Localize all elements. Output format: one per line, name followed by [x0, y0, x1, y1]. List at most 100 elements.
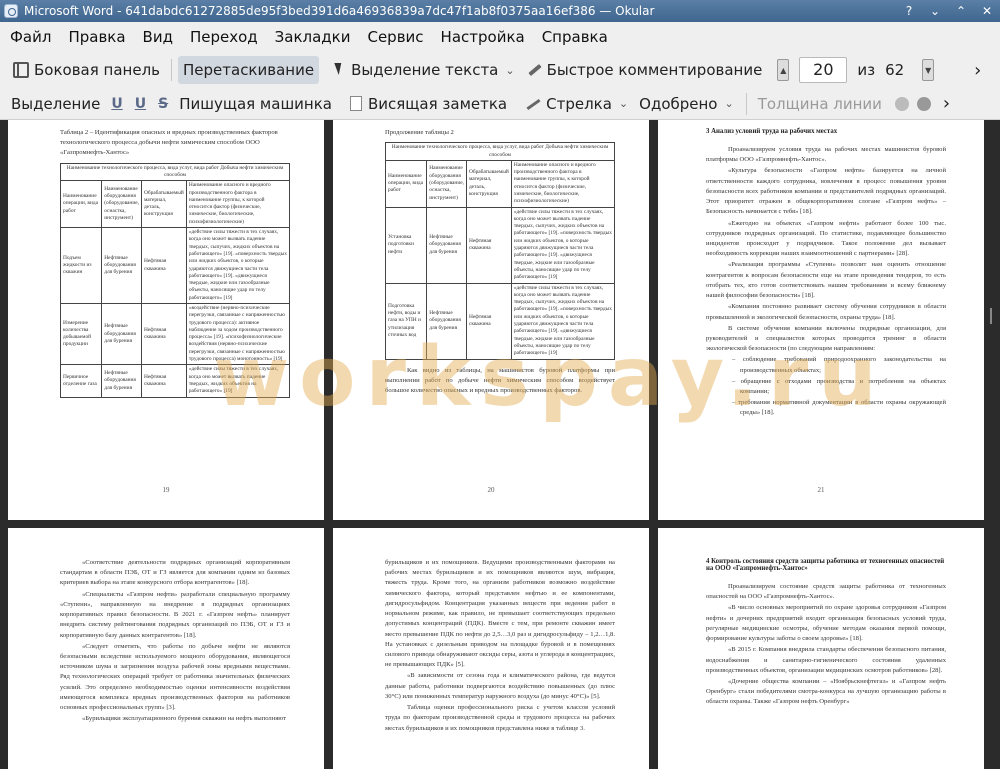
- page-number-input[interactable]: 20: [799, 57, 848, 83]
- table-cell: Первичное отделение газа: [59, 364, 103, 398]
- menu-view[interactable]: Вид: [143, 28, 173, 46]
- table-row: Измерение количества добываемой продукци…: [59, 302, 291, 366]
- text-selection-label: Выделение текста: [351, 61, 499, 79]
- paragraph-text: «Культура безопасности «Газпром нефти» б…: [706, 167, 946, 216]
- paragraph-text: «Соответствие деятельности подрядных орг…: [60, 559, 290, 587]
- paragraph-text: «Компания постоянно развивает систему об…: [706, 303, 946, 321]
- table-cell: Нефтяные оборудования для бурения: [101, 364, 142, 398]
- previous-page-icon[interactable]: ▲: [777, 59, 790, 81]
- paragraph-text: Проанализируем условия труда на рабочих …: [706, 146, 946, 164]
- table-cell: Подъем жидкости из скважин: [59, 227, 103, 304]
- help-icon[interactable]: ?: [896, 4, 922, 18]
- toolbar-overflow-icon[interactable]: ›: [943, 93, 950, 114]
- paragraph-text: «Реализация программы «Ступени» позволит…: [706, 261, 946, 300]
- next-page-icon[interactable]: ▼: [922, 59, 935, 81]
- maximize-icon[interactable]: ⌃: [948, 4, 974, 18]
- table-cell: «действие силы тяжести в тех случаях, ко…: [185, 227, 291, 304]
- table-col-header: Обрабатываемый материал, деталь, констру…: [465, 159, 512, 208]
- menu-file[interactable]: Файл: [10, 28, 51, 46]
- strikeout-icon[interactable]: S: [158, 96, 168, 112]
- table-header: Наименование технологического процесса, …: [60, 162, 290, 182]
- menu-tools[interactable]: Сервис: [367, 28, 423, 46]
- menu-bookmarks[interactable]: Закладки: [275, 28, 351, 46]
- paragraph-text: бурильщиков и их помощников. Ведущими пр…: [385, 559, 615, 669]
- stamp-button[interactable]: Одобрено: [634, 90, 722, 118]
- line-width-label: Толщина линии: [757, 94, 882, 113]
- arrow-tool-icon: [525, 96, 541, 112]
- page-number: 20: [487, 486, 495, 494]
- hazard-table: Наименование технологического процесса, …: [59, 162, 291, 398]
- list-item: требования нормативной документации в об…: [706, 398, 946, 418]
- typewriter-label: Пишущая машинка: [179, 94, 332, 113]
- menu-go[interactable]: Переход: [190, 28, 258, 46]
- table-row: Подготовка нефти, воды и газа на УПН и у…: [384, 282, 616, 360]
- typewriter-button[interactable]: Пишущая машинка: [174, 90, 337, 118]
- paragraph-text: «Специалисты «Газпром нефти» разработали…: [60, 590, 290, 639]
- table-col-header: Наименование оборудования (оборудование,…: [101, 180, 142, 229]
- color-icon[interactable]: [894, 96, 909, 111]
- table-cell: Нефтяные оборудования для бурения: [426, 206, 467, 284]
- menu-bar: Файл Правка Вид Переход Закладки Сервис …: [0, 22, 1000, 52]
- quick-annotation-button[interactable]: Быстрое комментирование: [521, 56, 768, 84]
- highlight-button[interactable]: Выделение: [6, 90, 105, 118]
- paragraph-text: «Дочерние общества компании – «Ноябрьскн…: [706, 677, 946, 706]
- paragraph-text: Проанализируем состояние средств защиты …: [706, 583, 946, 601]
- table-cell: Нефтяная скважина: [465, 282, 512, 360]
- popup-note-button[interactable]: Висящая заметка: [345, 90, 512, 118]
- list-item: соблюдение требований природоохранного з…: [706, 355, 946, 375]
- toolbar-separator: [745, 92, 747, 115]
- note-icon: [349, 96, 362, 111]
- paragraph-text: Как видно из таблицы, на машинистов буро…: [385, 366, 615, 394]
- toolbar-separator: [171, 59, 172, 81]
- table-caption: Таблица 2 – Идентификация опасных и вред…: [60, 129, 278, 157]
- table-col-header: Наименование опасного и вредного произво…: [510, 159, 616, 208]
- browse-tool-button[interactable]: Перетаскивание: [178, 56, 320, 84]
- table-col-header: Наименование опасного и вредного произво…: [185, 180, 291, 229]
- table-col-header: Наименование операции, вида работ: [59, 180, 103, 229]
- squiggly-underline-icon[interactable]: U: [135, 96, 146, 112]
- page-of-label: из: [857, 61, 876, 79]
- page-number: 21: [817, 486, 825, 494]
- page-24: 4 Контроль состояния средств защиты рабо…: [658, 528, 984, 769]
- arrow-tool-button[interactable]: Стрелка: [520, 90, 617, 118]
- table-cell: «действие силы тяжести в тех случаях, ко…: [185, 364, 291, 398]
- okular-app-icon: [4, 4, 18, 18]
- popup-note-label: Висящая заметка: [367, 94, 508, 113]
- page-19: Таблица 2 – Идентификация опасных и вред…: [8, 120, 324, 520]
- close-icon[interactable]: ✕: [974, 4, 1000, 18]
- pen-icon: [526, 62, 542, 78]
- section-body: «Соответствие деятельности подрядных орг…: [60, 558, 290, 726]
- table-caption: Продолжение таблицы 2: [385, 129, 454, 136]
- paragraph-text: «Следует отметить, что работы по добыче …: [60, 642, 290, 712]
- line-width-button[interactable]: Толщина линии: [753, 90, 887, 118]
- table-header: Наименование технологического процесса, …: [385, 142, 615, 161]
- window-title: Microsoft Word - 641dabdc61272885de95f3b…: [24, 4, 655, 18]
- list-item: обращение с отходами производства и потр…: [706, 377, 946, 397]
- table-cell: Нефтяные оборудования для бурения: [101, 227, 142, 304]
- table-cell: Нефтяная скважина: [140, 364, 187, 398]
- opacity-icon[interactable]: [916, 96, 931, 111]
- chevron-down-icon[interactable]: ⌄: [505, 64, 514, 77]
- scrollbar-handle[interactable]: [990, 308, 992, 324]
- paragraph-text: «В 2015 г. Компания внедрила стандарты о…: [706, 646, 946, 674]
- annotation-toolbar: Выделение U U S Пишущая машинка Висящая …: [0, 88, 1000, 120]
- table-cell: Подготовка нефти, воды и газа на УПН и у…: [384, 282, 428, 360]
- toolbar-overflow-icon[interactable]: ›: [974, 60, 981, 81]
- browse-tool-label: Перетаскивание: [183, 61, 315, 79]
- chevron-down-icon[interactable]: ⌄: [619, 97, 628, 110]
- menu-help[interactable]: Справка: [542, 28, 608, 46]
- document-view[interactable]: Таблица 2 – Идентификация опасных и вред…: [0, 120, 1000, 769]
- table-col-header: Наименование оборудования (оборудование,…: [426, 159, 467, 208]
- text-selection-button[interactable]: Выделение текста: [325, 56, 503, 84]
- sidebar-label: Боковая панель: [34, 61, 160, 79]
- minimize-icon[interactable]: ⌄: [922, 4, 948, 18]
- arrow-tool-label: Стрелка: [546, 94, 612, 113]
- table-col-header: Наименование операции, вида работ: [384, 159, 428, 208]
- menu-settings[interactable]: Настройка: [441, 28, 525, 46]
- chevron-down-icon[interactable]: ⌄: [724, 97, 733, 110]
- quick-annotation-label: Быстрое комментирование: [546, 61, 763, 79]
- section-body: Проанализируем условия труда на рабочих …: [706, 145, 946, 419]
- sidebar-button[interactable]: Боковая панель: [8, 56, 165, 84]
- menu-edit[interactable]: Правка: [68, 28, 125, 46]
- underline-icon[interactable]: U: [111, 96, 122, 112]
